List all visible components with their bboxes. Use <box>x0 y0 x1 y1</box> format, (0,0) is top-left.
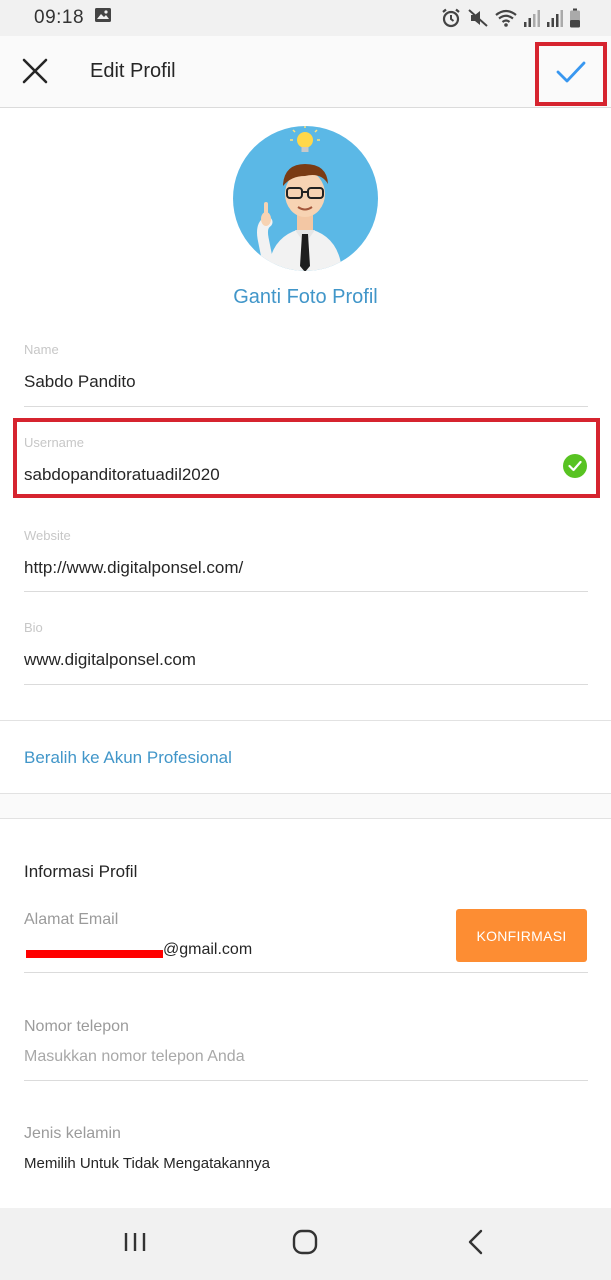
switch-professional-link[interactable]: Beralih ke Akun Profesional <box>24 748 232 768</box>
username-input[interactable]: sabdopanditoratuadil2020 <box>24 465 588 485</box>
signal-icon <box>523 8 541 28</box>
system-nav-bar <box>0 1208 611 1280</box>
name-input[interactable]: Sabdo Pandito <box>24 372 588 392</box>
name-underline <box>24 406 588 407</box>
website-underline <box>24 591 588 592</box>
phone-input[interactable]: Masukkan nomor telepon Anda <box>24 1048 245 1066</box>
section-divider <box>0 818 611 819</box>
status-time: 09:18 <box>34 7 85 28</box>
redaction-mark <box>26 950 163 958</box>
close-icon <box>21 57 49 90</box>
name-label: Name <box>24 342 59 357</box>
battery-icon <box>569 8 581 28</box>
email-underline <box>24 972 588 973</box>
app-bar: Edit Profil <box>0 36 611 108</box>
save-button[interactable] <box>535 42 607 106</box>
signal-icon <box>546 8 564 28</box>
checkmark-icon <box>556 60 586 89</box>
confirm-email-button[interactable]: KONFIRMASI <box>456 909 587 962</box>
username-field[interactable]: Username sabdopanditoratuadil2020 <box>24 435 588 485</box>
back-icon <box>466 1229 486 1260</box>
change-profile-photo-link[interactable]: Ganti Foto Profil <box>0 286 611 309</box>
email-label: Alamat Email <box>24 911 119 928</box>
image-icon <box>94 7 112 29</box>
username-valid-icon <box>563 454 587 478</box>
alarm-icon <box>440 8 462 28</box>
mute-icon <box>467 8 489 28</box>
home-icon <box>292 1229 318 1260</box>
profile-info-heading: Informasi Profil <box>24 862 138 881</box>
wifi-icon <box>494 8 518 28</box>
recent-apps-button[interactable] <box>115 1226 155 1262</box>
username-label: Username <box>24 435 84 450</box>
avatar-illustration <box>257 126 342 271</box>
profile-avatar[interactable] <box>233 126 378 271</box>
page-title: Edit Profil <box>90 60 176 82</box>
bio-underline <box>24 684 588 685</box>
website-input[interactable]: http://www.digitalponsel.com/ <box>24 558 588 578</box>
bio-label: Bio <box>24 620 43 635</box>
close-button[interactable] <box>16 54 54 92</box>
status-bar: 09:18 <box>0 0 611 36</box>
home-button[interactable] <box>285 1226 325 1262</box>
bio-input[interactable]: www.digitalponsel.com <box>24 650 588 670</box>
website-field[interactable]: Website http://www.digitalponsel.com/ <box>24 528 588 578</box>
gender-label: Jenis kelamin <box>24 1125 121 1142</box>
gender-select[interactable]: Memilih Untuk Tidak Mengatakannya <box>24 1155 270 1172</box>
back-button[interactable] <box>456 1226 496 1262</box>
phone-label: Nomor telepon <box>24 1018 129 1035</box>
section-spacer <box>0 794 611 818</box>
website-label: Website <box>24 528 71 543</box>
name-field[interactable]: Name Sabdo Pandito <box>24 342 588 392</box>
recent-apps-icon <box>122 1231 148 1258</box>
email-value[interactable]: @gmail.com <box>163 941 252 959</box>
phone-underline <box>24 1080 588 1081</box>
section-divider <box>0 720 611 721</box>
bio-field[interactable]: Bio www.digitalponsel.com <box>24 620 588 670</box>
